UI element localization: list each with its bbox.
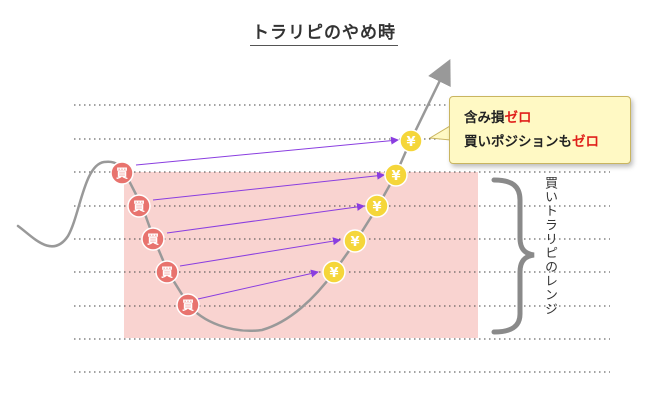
buy-marker-label: 買 xyxy=(116,167,128,181)
sell-marker: ¥ xyxy=(322,260,346,284)
buy-marker-label: 買 xyxy=(133,200,145,214)
sell-marker-label: ¥ xyxy=(406,135,415,150)
callout-line-1: 含み損ゼロ xyxy=(464,110,532,126)
sell-marker-label: ¥ xyxy=(372,200,381,215)
buy-marker: 買 xyxy=(127,194,151,218)
sell-marker: ¥ xyxy=(384,163,408,187)
buy-marker: 買 xyxy=(141,227,165,251)
sell-marker-label: ¥ xyxy=(329,266,338,281)
callout-box: 含み損ゼロ 買いポジションもゼロ xyxy=(449,96,631,164)
sell-marker: ¥ xyxy=(399,129,423,153)
buy-marker: 買 xyxy=(176,293,200,317)
buy-marker: 買 xyxy=(155,260,179,284)
callout-pointer xyxy=(428,125,451,141)
buy-marker-label: 買 xyxy=(147,233,159,247)
range-label: 買いトラリピのレンジ xyxy=(542,176,557,316)
sell-marker-label: ¥ xyxy=(391,169,400,184)
sell-marker-label: ¥ xyxy=(350,235,359,250)
callout-line-2: 買いポジションもゼロ xyxy=(464,134,599,150)
sell-marker: ¥ xyxy=(365,194,389,218)
sell-marker: ¥ xyxy=(343,229,367,253)
arrow-1 xyxy=(135,136,399,166)
buy-marker: 買 xyxy=(110,161,134,185)
buy-marker-label: 買 xyxy=(161,266,173,280)
range-brace xyxy=(491,177,535,335)
buy-marker-label: 買 xyxy=(182,299,194,313)
